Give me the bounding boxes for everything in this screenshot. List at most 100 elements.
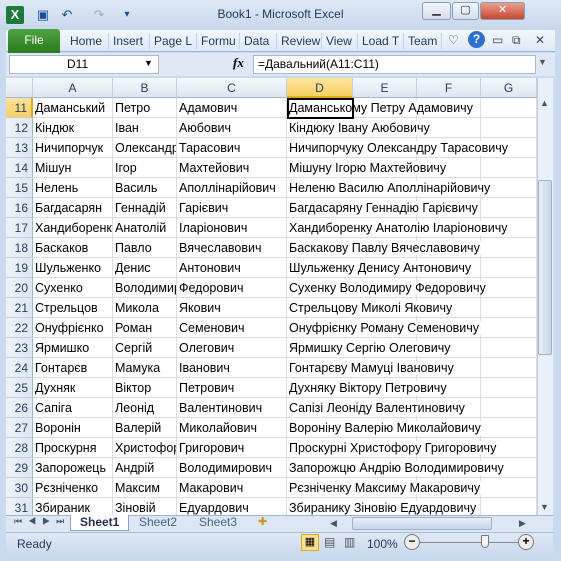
cell-a14[interactable]: Мішун xyxy=(33,158,113,178)
cell-g19[interactable] xyxy=(481,258,537,278)
row-header[interactable]: 12 xyxy=(6,118,33,138)
zoom-slider[interactable] xyxy=(420,542,518,543)
column-header-g[interactable]: G xyxy=(481,78,537,98)
cell-g12[interactable] xyxy=(481,118,537,138)
row-header[interactable]: 31 xyxy=(6,498,33,515)
cell-c27[interactable]: Миколайович xyxy=(177,418,287,438)
cell-b21[interactable]: Микола xyxy=(113,298,177,318)
cell-g20[interactable] xyxy=(481,278,537,298)
cell-d21[interactable]: Стрельцову Миколі Яковичу xyxy=(287,298,455,318)
cell-c18[interactable]: Вячеславович xyxy=(177,238,287,258)
select-all-corner[interactable] xyxy=(6,78,33,98)
cell-d13[interactable]: Ничипорчуку Олександру Тарасовичу xyxy=(287,138,511,158)
horizontal-scroll-thumb[interactable] xyxy=(352,517,492,530)
cell-a23[interactable]: Ярмишко xyxy=(33,338,113,358)
cell-c13[interactable]: Тарасович xyxy=(177,138,287,158)
cell-b28[interactable]: Христофор xyxy=(113,438,177,458)
column-header-a[interactable]: A xyxy=(33,78,113,98)
cell-g23[interactable] xyxy=(481,338,537,358)
cell-d29[interactable]: Запорожцю Андрію Володимировичу xyxy=(287,458,506,478)
cell-b26[interactable]: Леонід xyxy=(113,398,177,418)
row-header[interactable]: 14 xyxy=(6,158,33,178)
cell-b13[interactable]: Олександр xyxy=(113,138,177,158)
cell-a31[interactable]: Збираник xyxy=(33,498,113,515)
cell-a28[interactable]: Проскурня xyxy=(33,438,113,458)
tab-page-l[interactable]: Page L xyxy=(150,33,197,49)
cell-a26[interactable]: Сапіга xyxy=(33,398,113,418)
cell-c17[interactable]: Іларіонович xyxy=(177,218,287,238)
vertical-scroll-thumb[interactable] xyxy=(538,180,552,355)
cell-a19[interactable]: Шульженко xyxy=(33,258,113,278)
row-header[interactable]: 23 xyxy=(6,338,33,358)
cell-d16[interactable]: Багдасаряну Геннадію Гарієвичу xyxy=(287,198,480,218)
cell-a27[interactable]: Воронін xyxy=(33,418,113,438)
name-box[interactable]: D11 xyxy=(9,55,159,74)
scroll-up-icon[interactable]: ▲ xyxy=(540,98,549,108)
cell-g18[interactable] xyxy=(481,238,537,258)
cell-g22[interactable] xyxy=(481,318,537,338)
cell-g27[interactable] xyxy=(481,418,537,438)
row-header[interactable]: 16 xyxy=(6,198,33,218)
cell-a16[interactable]: Багдасарян xyxy=(33,198,113,218)
scroll-left-icon[interactable]: ◀ xyxy=(330,518,337,529)
cell-g24[interactable] xyxy=(481,358,537,378)
insert-function-button[interactable]: fx xyxy=(233,55,244,71)
tab-home[interactable]: Home xyxy=(66,33,109,49)
row-header[interactable]: 24 xyxy=(6,358,33,378)
cell-a24[interactable]: Гонтарєв xyxy=(33,358,113,378)
cell-b30[interactable]: Максим xyxy=(113,478,177,498)
favorite-icon[interactable]: ♡ xyxy=(448,33,459,47)
cell-d27[interactable]: Вороніну Валерію Миколайовичу xyxy=(287,418,483,438)
cell-b15[interactable]: Василь xyxy=(113,178,177,198)
row-header[interactable]: 22 xyxy=(6,318,33,338)
cell-g11[interactable] xyxy=(481,98,537,118)
cell-b25[interactable]: Віктор xyxy=(113,378,177,398)
cell-d30[interactable]: Рєзніченку Максиму Макаровичу xyxy=(287,478,483,498)
cell-d14[interactable]: Мішуну Ігорю Махтейовичу xyxy=(287,158,449,178)
cell-a18[interactable]: Баскаков xyxy=(33,238,113,258)
column-header-d[interactable]: D xyxy=(287,78,353,98)
tab-view[interactable]: View xyxy=(322,33,358,49)
cell-b19[interactable]: Денис xyxy=(113,258,177,278)
row-header[interactable]: 27 xyxy=(6,418,33,438)
row-header[interactable]: 18 xyxy=(6,238,33,258)
column-header-c[interactable]: C xyxy=(177,78,287,98)
row-header[interactable]: 19 xyxy=(6,258,33,278)
cell-d26[interactable]: Сапізі Леоніду Валентиновичу xyxy=(287,398,467,418)
tab-review[interactable]: Review xyxy=(277,33,322,49)
cell-a20[interactable]: Сухенко xyxy=(33,278,113,298)
cell-c14[interactable]: Махтейович xyxy=(177,158,287,178)
zoom-slider-thumb[interactable] xyxy=(481,535,489,548)
cell-a15[interactable]: Нелень xyxy=(33,178,113,198)
name-box-dropdown-icon[interactable]: ▼ xyxy=(144,58,153,68)
cell-a17[interactable]: Хандиборенко xyxy=(33,218,113,238)
scroll-right-icon[interactable]: ▶ xyxy=(519,518,526,529)
row-header[interactable]: 29 xyxy=(6,458,33,478)
row-header[interactable]: 25 xyxy=(6,378,33,398)
cell-c31[interactable]: Едуардович xyxy=(177,498,287,515)
scroll-down-icon[interactable]: ▼ xyxy=(540,502,549,512)
row-header[interactable]: 15 xyxy=(6,178,33,198)
column-header-b[interactable]: B xyxy=(113,78,177,98)
cell-a30[interactable]: Рєзніченко xyxy=(33,478,113,498)
cell-g21[interactable] xyxy=(481,298,537,318)
cell-c16[interactable]: Гарієвич xyxy=(177,198,287,218)
cell-d20[interactable]: Сухенку Володимиру Федоровичу xyxy=(287,278,488,298)
cell-d24[interactable]: Гонтарєву Мамуці Івановичу xyxy=(287,358,456,378)
column-header-f[interactable]: F xyxy=(417,78,481,98)
cell-g26[interactable] xyxy=(481,398,537,418)
tab-load-t[interactable]: Load T xyxy=(358,33,404,49)
sheet-nav-icons[interactable]: ⏮◀▶⏭ xyxy=(14,516,70,527)
cell-b24[interactable]: Мамука xyxy=(113,358,177,378)
close-button[interactable]: ✕ xyxy=(480,2,525,20)
formula-input[interactable]: =Давальний(A11:C11) xyxy=(253,55,536,74)
row-header[interactable]: 26 xyxy=(6,398,33,418)
close-workbook-icon[interactable]: ✕ xyxy=(535,33,545,47)
sheet-tab-sheet3[interactable]: Sheet3 xyxy=(190,515,246,531)
cell-d19[interactable]: Шульженку Денису Антоновичу xyxy=(287,258,474,278)
cell-b23[interactable]: Сергій xyxy=(113,338,177,358)
row-header[interactable]: 28 xyxy=(6,438,33,458)
expand-formula-icon[interactable]: ▼ xyxy=(538,57,547,67)
cell-c28[interactable]: Григорович xyxy=(177,438,287,458)
minimize-button[interactable]: ▁ xyxy=(422,2,451,20)
